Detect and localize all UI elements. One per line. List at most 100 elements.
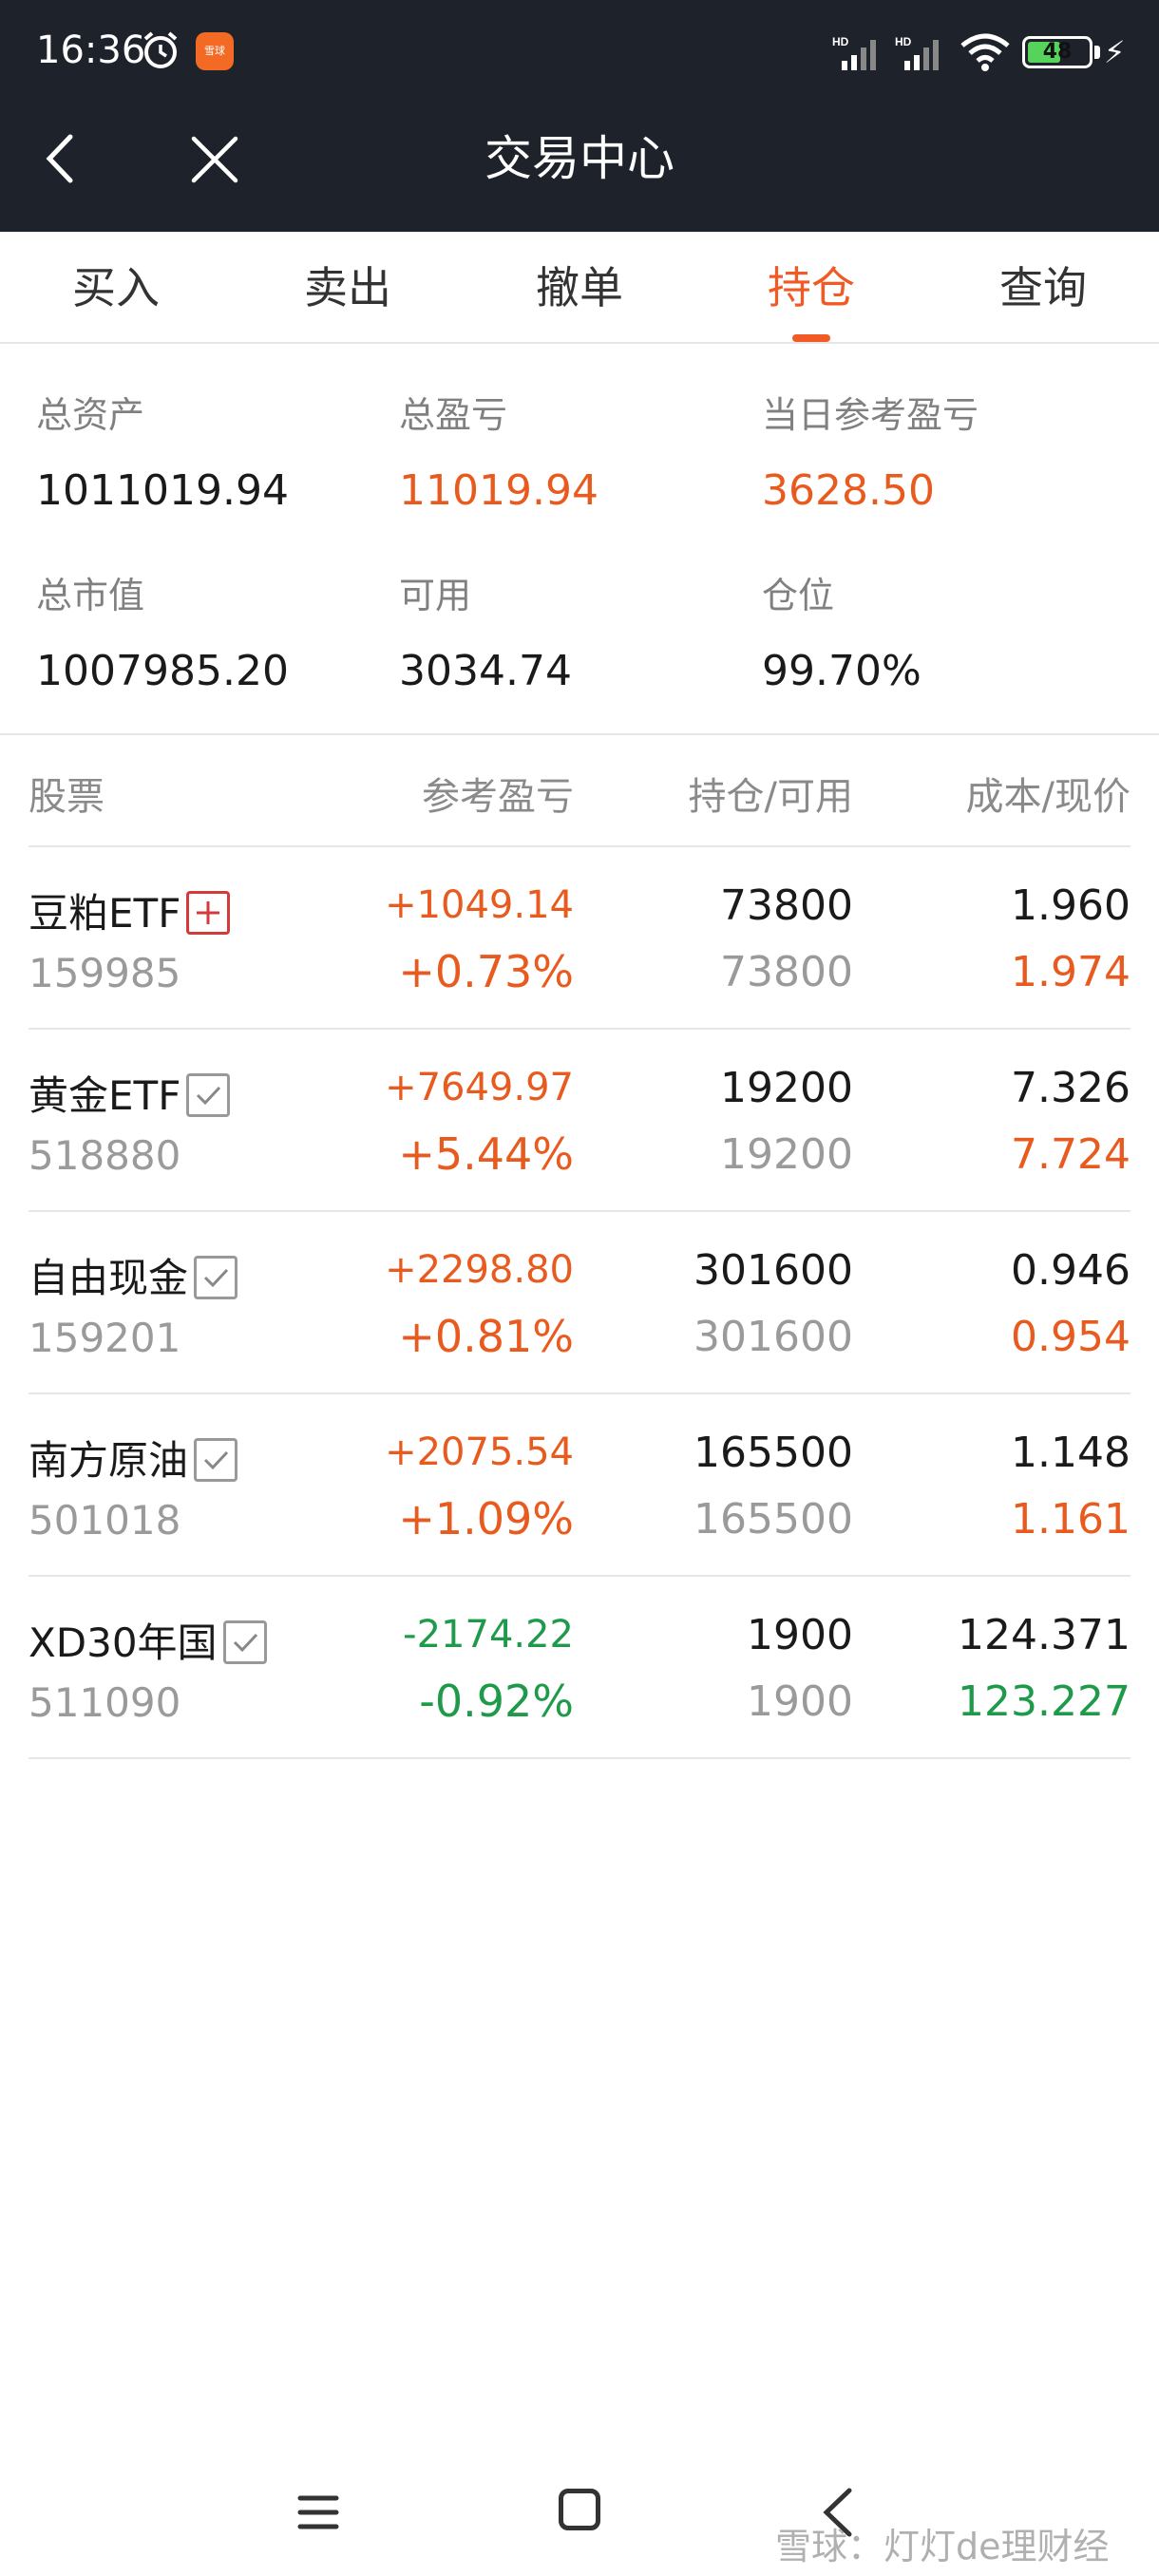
holding-qty: 165500 <box>694 1429 853 1477</box>
pl-percent: +5.44% <box>398 1128 574 1180</box>
tab-sell[interactable]: 卖出 <box>232 232 464 342</box>
watermark: 雪球：灯灯de理财经 <box>775 2526 1110 2567</box>
stock-name-text: XD30年国 <box>28 1619 218 1666</box>
divider <box>28 1757 1130 1759</box>
available-qty: 301600 <box>694 1313 853 1361</box>
total-assets-value: 1011019.94 <box>36 466 289 515</box>
pl-percent: +0.73% <box>398 946 574 997</box>
plus-icon[interactable] <box>186 890 231 935</box>
stock-name-text: 豆粕ETF <box>28 890 181 937</box>
market-value: 总市值 1007985.20 <box>36 566 397 695</box>
cost-price: 0.946 <box>1011 1246 1130 1295</box>
top-bar: 16:36 雪球 HD HD 48 ⚡ 交易中心 <box>0 0 1159 232</box>
holding-qty: 19200 <box>720 1064 853 1112</box>
app-notification-icon: 雪球 <box>196 32 234 70</box>
today-pl-value: 3628.50 <box>762 466 935 515</box>
tab-bar: 买入 卖出 撤单 持仓 查询 <box>0 232 1159 344</box>
cost-price: 1.148 <box>1011 1429 1130 1477</box>
pl-amount: +2075.54 <box>385 1430 574 1474</box>
check-icon[interactable] <box>186 1072 231 1117</box>
header-cost: 成本/现价 <box>965 775 1130 819</box>
svg-text:HD: HD <box>895 35 912 48</box>
tab-cancel[interactable]: 撤单 <box>464 232 695 342</box>
current-price: 1.974 <box>1011 948 1130 996</box>
pl-percent: +0.81% <box>398 1311 574 1362</box>
table-row[interactable]: XD30年国 511090 -2174.22 -0.92% 1900 1900 124.37… <box>0 1577 1159 1757</box>
market-value-label: 总市值 <box>36 575 145 616</box>
status-time: 16:36 <box>36 28 146 72</box>
table-row[interactable]: 南方原油 501018 +2075.54 +1.09% 165500 165500 1.14… <box>0 1394 1159 1575</box>
tab-query[interactable]: 查询 <box>927 232 1159 342</box>
signal-icon: HD <box>832 35 876 70</box>
cost-price: 124.371 <box>958 1611 1130 1659</box>
cost-price: 7.326 <box>1011 1064 1130 1112</box>
market-value-value: 1007985.20 <box>36 647 289 695</box>
check-icon[interactable] <box>194 1255 238 1299</box>
check-icon[interactable] <box>194 1437 238 1482</box>
tab-buy[interactable]: 买入 <box>0 232 232 342</box>
divider <box>0 733 1159 735</box>
alarm-icon <box>143 31 178 68</box>
tab-positions[interactable]: 持仓 <box>695 232 927 342</box>
stock-name: 南方原油 <box>28 1429 238 1487</box>
battery-level: 48 <box>1042 40 1073 64</box>
pl-percent: +1.09% <box>398 1493 574 1544</box>
stock-name-text: 自由现金 <box>28 1255 189 1301</box>
table-row[interactable]: 自由现金 159201 +2298.80 +0.81% 301600 301600 0.94… <box>0 1212 1159 1392</box>
current-price: 0.954 <box>1011 1313 1130 1361</box>
tab-label: 买入 <box>72 262 160 313</box>
holding-qty: 301600 <box>694 1246 853 1295</box>
tab-label: 撤单 <box>536 262 623 313</box>
available-qty: 19200 <box>720 1130 853 1179</box>
holding-qty: 73800 <box>720 881 853 930</box>
stock-code: 518880 <box>28 1132 181 1179</box>
pl-amount: +1049.14 <box>385 883 574 927</box>
svg-text:HD: HD <box>832 35 849 48</box>
current-price: 7.724 <box>1011 1130 1130 1179</box>
tab-label: 持仓 <box>768 262 855 313</box>
menu-icon[interactable] <box>294 2489 342 2536</box>
stock-name-text: 南方原油 <box>28 1437 189 1484</box>
current-price: 123.227 <box>958 1677 1130 1726</box>
holding-qty: 1900 <box>747 1611 853 1659</box>
check-icon[interactable] <box>222 1619 267 1664</box>
bolt-icon: ⚡ <box>1104 34 1126 70</box>
table-row[interactable]: 豆粕ETF 159985 +1049.14 +0.73% 73800 73800 1.960… <box>0 847 1159 1028</box>
page-title: 交易中心 <box>484 131 674 186</box>
table-row[interactable]: 黄金ETF 518880 +7649.97 +5.44% 19200 19200 7.326… <box>0 1030 1159 1210</box>
stock-name: 豆粕ETF <box>28 881 231 939</box>
total-assets: 总资产 1011019.94 <box>36 386 397 515</box>
pl-amount: +7649.97 <box>385 1066 574 1109</box>
wifi-icon <box>960 33 1010 71</box>
status-bar: 16:36 雪球 HD HD 48 ⚡ <box>0 0 1159 104</box>
total-assets-label: 总资产 <box>36 394 145 436</box>
available-value: 3034.74 <box>399 647 572 695</box>
available-qty: 73800 <box>720 948 853 996</box>
active-tab-indicator <box>792 334 830 342</box>
total-pl-value: 11019.94 <box>399 466 598 515</box>
header-stock: 股票 <box>28 775 104 819</box>
today-pl-label: 当日参考盈亏 <box>762 394 979 436</box>
header-holding: 持仓/可用 <box>688 775 853 819</box>
home-icon[interactable] <box>559 2489 600 2530</box>
available-qty: 165500 <box>694 1495 853 1544</box>
cost-price: 1.960 <box>1011 881 1130 930</box>
header-pl: 参考盈亏 <box>422 775 574 819</box>
available-label: 可用 <box>399 575 472 616</box>
pl-percent: -0.92% <box>419 1676 574 1727</box>
stock-code: 511090 <box>28 1679 181 1726</box>
position-label: 仓位 <box>762 575 835 616</box>
stock-name-text: 黄金ETF <box>28 1072 181 1119</box>
signal-icon: HD <box>895 35 939 70</box>
battery-icon: 48 <box>1022 36 1092 68</box>
stock-code: 159201 <box>28 1315 181 1361</box>
stock-code: 159985 <box>28 950 181 996</box>
pl-amount: +2298.80 <box>385 1248 574 1292</box>
available-qty: 1900 <box>747 1677 853 1726</box>
pl-amount: -2174.22 <box>403 1613 574 1657</box>
stock-name: XD30年国 <box>28 1611 267 1669</box>
available-cash: 可用 3034.74 <box>399 566 760 695</box>
total-pl: 总盈亏 11019.94 <box>399 386 760 515</box>
stock-code: 501018 <box>28 1497 181 1544</box>
stock-name: 自由现金 <box>28 1246 238 1304</box>
